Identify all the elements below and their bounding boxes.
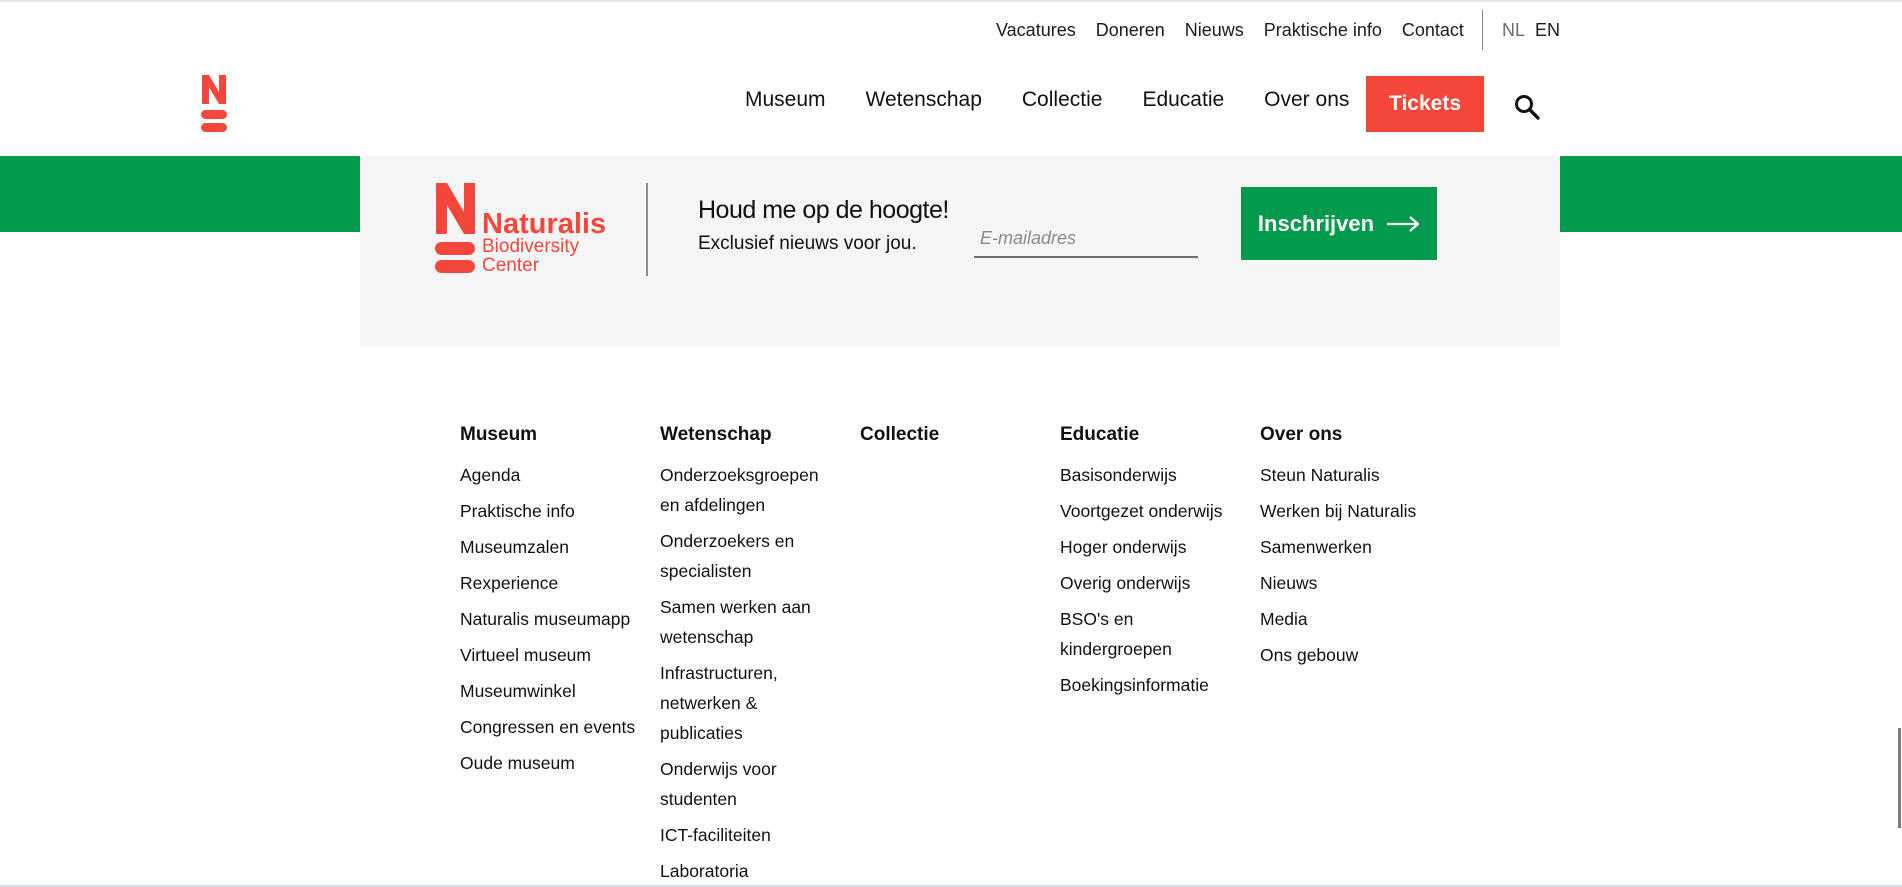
footer-link[interactable]: Werken bij Naturalis [1260,496,1450,526]
scrollbar[interactable] [1898,728,1901,828]
nav-educatie[interactable]: Educatie [1142,88,1224,112]
footer-link[interactable]: Museumzalen [460,532,650,562]
footer-heading[interactable]: Museum [460,424,650,446]
footer-column-wetenschap: Wetenschap Onderzoeksgroepen en afdeling… [660,424,840,886]
subscribe-button[interactable]: Inschrijven [1241,187,1437,260]
arrow-right-icon [1387,215,1420,232]
naturalis-biodiversity-logo: Naturalis Biodiversity Center [435,183,606,276]
footer-heading[interactable]: Wetenschap [660,424,840,446]
footer-link[interactable]: Voortgezet onderwijs [1060,496,1245,526]
top-border [0,0,1902,2]
footer-heading[interactable]: Over ons [1260,424,1450,446]
footer-link[interactable]: Samenwerken [1260,532,1450,562]
footer-heading[interactable]: Educatie [1060,424,1245,446]
footer-link[interactable]: ICT-faciliteiten [660,820,840,850]
footer-link[interactable]: Boekingsinformatie [1060,670,1245,700]
subscribe-label: Inschrijven [1257,210,1375,236]
footer-link[interactable]: Virtueel museum [460,640,650,670]
footer-link[interactable]: Basisonderwijs [1060,460,1245,490]
nav-wetenschap[interactable]: Wetenschap [866,88,982,112]
footer-link[interactable]: Naturalis museumapp [460,604,650,634]
footer-column-museum: Museum Agenda Praktische info Museumzale… [460,424,650,778]
naturalis-logo-icon[interactable] [200,72,228,134]
utility-link-vacatures[interactable]: Vacatures [996,20,1076,41]
footer-link[interactable]: Steun Naturalis [1260,460,1450,490]
footer-link[interactable]: Onderwijs voor studenten [660,754,840,814]
main-nav: Museum Wetenschap Collectie Educatie Ove… [745,88,1389,112]
email-field[interactable] [974,220,1198,258]
newsletter-title: Houd me op de hoogte! [698,196,949,224]
footer-link[interactable]: Congressen en events [460,712,650,742]
footer-link[interactable]: Ons gebouw [1260,640,1450,670]
footer-link[interactable]: Rexperience [460,568,650,598]
utility-divider [1482,10,1483,50]
newsletter-divider [646,183,648,276]
language-en[interactable]: EN [1535,20,1560,41]
footer-link[interactable]: BSO's en kindergroepen [1060,604,1245,664]
footer-link[interactable]: Praktische info [460,496,650,526]
utility-nav: Vacatures Doneren Nieuws Praktische info… [996,16,1484,44]
utility-link-praktische-info[interactable]: Praktische info [1264,20,1382,41]
language-switcher: NL EN [1502,16,1570,44]
footer-link[interactable]: Nieuws [1260,568,1450,598]
utility-link-nieuws[interactable]: Nieuws [1185,20,1244,41]
footer-link[interactable]: Infrastructuren, netwerken & publicaties [660,658,840,748]
language-nl[interactable]: NL [1502,20,1525,41]
tickets-button[interactable]: Tickets [1366,76,1484,132]
footer-link[interactable]: Museumwinkel [460,676,650,706]
nav-collectie[interactable]: Collectie [1022,88,1103,112]
newsletter-subtitle: Exclusief nieuws voor jou. [698,233,917,254]
footer-column-educatie: Educatie Basisonderwijs Voortgezet onder… [1060,424,1245,700]
footer-link[interactable]: Overig onderwijs [1060,568,1245,598]
utility-link-doneren[interactable]: Doneren [1096,20,1165,41]
footer-link[interactable]: Samen werken aan wetenschap [660,592,840,652]
brand-line3: Center [482,255,540,276]
footer-column-collectie: Collectie [860,424,1050,460]
footer-link[interactable]: Agenda [460,460,650,490]
footer-link[interactable]: Oude museum [460,748,650,778]
utility-link-contact[interactable]: Contact [1402,20,1464,41]
footer-link[interactable]: Laboratoria [660,856,840,886]
footer-column-over-ons: Over ons Steun Naturalis Werken bij Natu… [1260,424,1450,670]
footer-link[interactable]: Onderzoekers en specialisten [660,526,840,586]
brand-line2: Biodiversity [482,236,580,257]
nav-museum[interactable]: Museum [745,88,826,112]
nav-over-ons[interactable]: Over ons [1264,88,1349,112]
footer-link[interactable]: Media [1260,604,1450,634]
footer-link[interactable]: Hoger onderwijs [1060,532,1245,562]
footer-heading[interactable]: Collectie [860,424,1050,446]
footer-link[interactable]: Onderzoeksgroepen en afdelingen [660,460,840,520]
search-icon[interactable] [1512,92,1542,122]
